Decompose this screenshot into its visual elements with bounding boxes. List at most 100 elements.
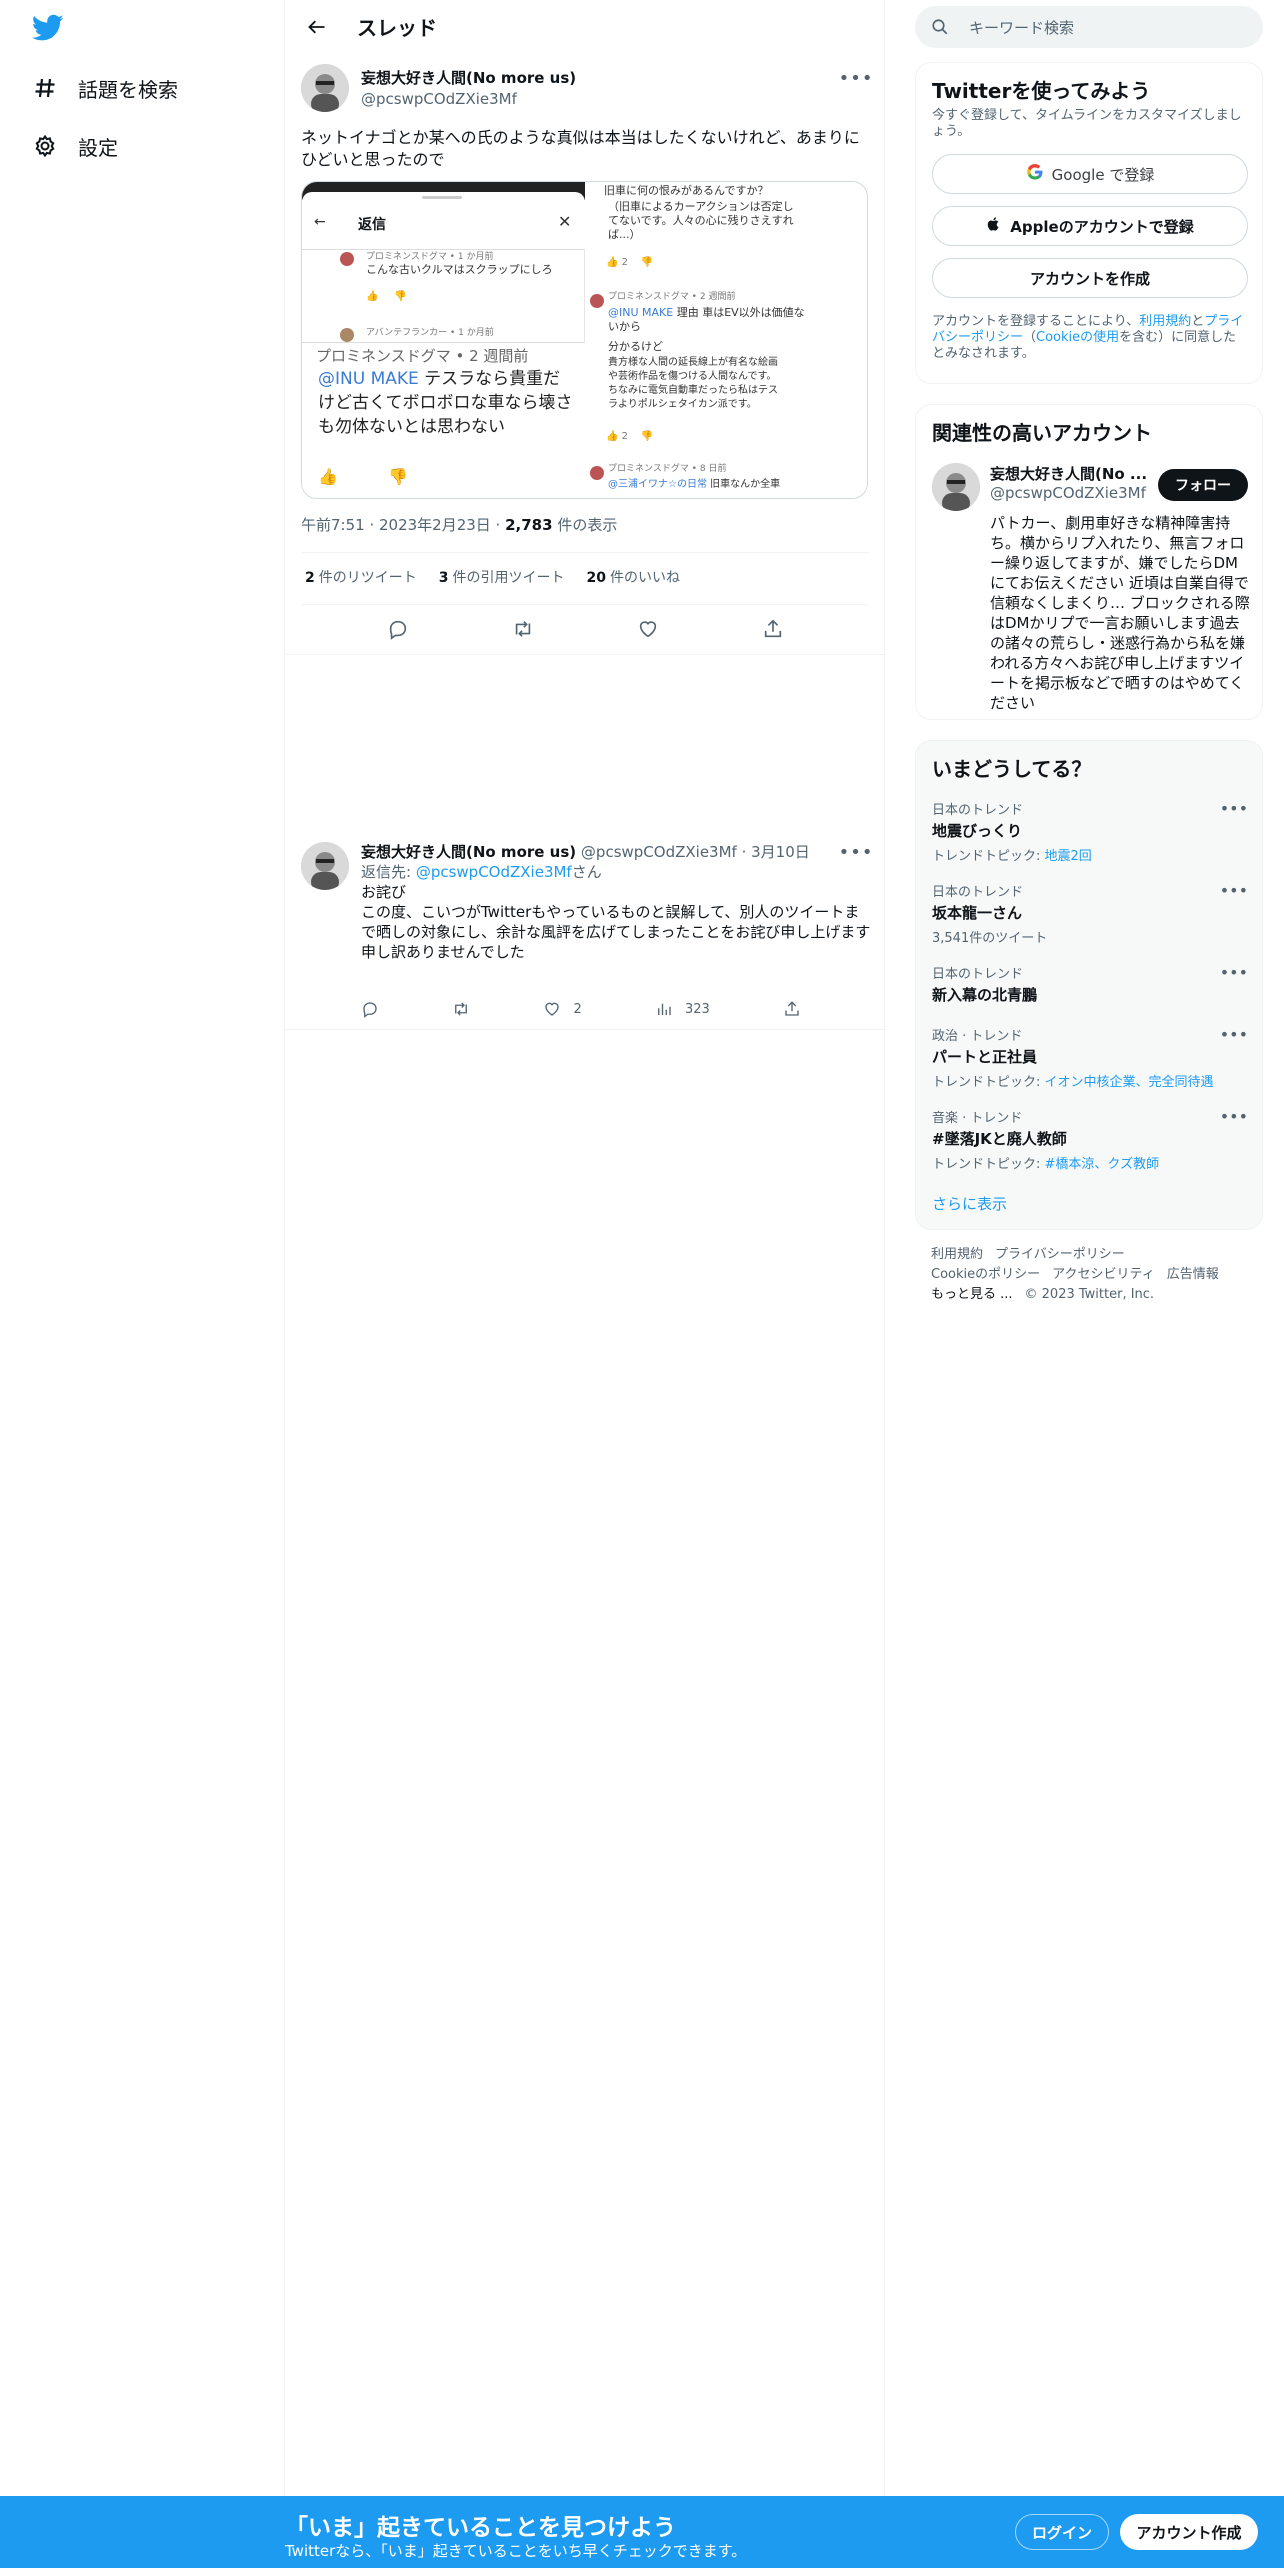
quote-label: 件の引用ツイート (452, 570, 565, 586)
related-account-info[interactable]: 妄想大好き人間(No ... @pcswpCOdZXie3Mf (990, 463, 1150, 502)
reply-to-suffix: さん (571, 863, 602, 881)
like-count-value: 2 (621, 431, 629, 442)
search-icon (931, 18, 949, 36)
like-count: 2 (573, 1001, 582, 1017)
reply-author-name[interactable]: 妄想大好き人間(No more us) (361, 843, 576, 861)
back-arrow-icon[interactable] (297, 7, 337, 47)
bottom-bar-subtitle: Twitterなら、「いま」起きていることをいち早くチェックできます。 (285, 2542, 747, 2560)
zoomed-text-line3: も勿体ないとは思わない (318, 417, 505, 437)
reply-text-line2: この度、こいつがTwitterもやっているものと誤解して、別人のツイートまで晒し… (361, 903, 871, 941)
create-account-button[interactable]: アカウントを作成 (932, 258, 1248, 298)
avatar (340, 252, 354, 266)
avatar[interactable] (932, 463, 980, 511)
trend-item[interactable]: 日本のトレンド 坂本龍一さん 3,541件のツイート ••• (932, 881, 1248, 946)
bottom-signup-bar: 「いま」起きていることを見つけよう Twitterなら、「いま」起きていることを… (0, 2496, 1284, 2568)
avatar (590, 466, 604, 480)
reply-icon[interactable] (361, 1000, 379, 1018)
like-count: 👍 2 👎 (606, 431, 654, 442)
trend-category: 日本のトレンド (932, 885, 1024, 900)
hashtag-icon (32, 75, 58, 101)
trend-name: 地震びっくり (932, 822, 1023, 840)
comment-text: （旧車によるカーアクションは否定し (608, 200, 794, 213)
terms-prefix: アカウントを登録することにより、 (932, 314, 1140, 329)
footer-cookie[interactable]: Cookieのポリシー (931, 1267, 1040, 1282)
screenshot-header: ← 返信 ✕ (302, 192, 585, 250)
tweet-author-handle[interactable]: @pcswpCOdZXie3Mf (361, 90, 576, 108)
avatar[interactable] (301, 842, 349, 890)
related-account-handle: @pcswpCOdZXie3Mf (990, 484, 1146, 502)
apple-signup-button[interactable]: Appleのアカウントで登録 (932, 206, 1248, 246)
trend-item[interactable]: 日本のトレンド 地震びっくり トレンドトピック: 地震2回 ••• (932, 799, 1248, 864)
quote-stat[interactable]: 3 件の引用ツイート (439, 567, 565, 587)
trend-topic-link[interactable]: イオン中核企業、完全同待遇 (1045, 1075, 1214, 1090)
reply-to-handle[interactable]: @pcswpCOdZXie3Mf (416, 863, 572, 881)
footer-privacy[interactable]: プライバシーポリシー (995, 1247, 1125, 1262)
google-signup-button[interactable]: Google で登録 (932, 154, 1248, 194)
more-options-icon[interactable]: ••• (1220, 799, 1248, 818)
signup-title: Twitterを使ってみよう (932, 79, 1151, 103)
view-label: 件の表示 (552, 516, 618, 534)
follow-button[interactable]: フォロー (1158, 469, 1248, 501)
avatar[interactable] (301, 64, 349, 112)
retweet-icon[interactable] (452, 1000, 470, 1018)
avatar (590, 294, 604, 308)
like-icon[interactable] (631, 612, 665, 646)
reply-text-line3: 申し訳ありませんでした (361, 943, 525, 961)
more-options-icon[interactable]: ••• (1220, 963, 1248, 982)
avatar (340, 328, 354, 342)
retweet-count: 2 (305, 570, 315, 586)
more-options-icon[interactable]: ••• (1220, 881, 1248, 900)
media-image-left[interactable]: ← 返信 ✕ プロミネンスドグマ • 1 か月前 こんな古いクルマはスクラップに… (302, 182, 585, 498)
trend-name: 坂本龍一さん (932, 904, 1023, 922)
like-count: 20 (586, 570, 606, 586)
like-button[interactable]: 2 (543, 1000, 582, 1018)
trends-title: いまどうしてる？ (932, 757, 1092, 781)
reply-to-prefix: 返信先: (361, 863, 416, 881)
reply-author-handle[interactable]: @pcswpCOdZXie3Mf (581, 843, 737, 861)
share-icon[interactable] (783, 1000, 801, 1018)
trend-item[interactable]: 日本のトレンド 新入幕の北青鵬 ••• (932, 963, 1248, 1005)
tweet-author-name[interactable]: 妄想大好き人間(No more us) (361, 67, 576, 88)
reply-tweet[interactable]: ••• 妄想大好き人間(No more us) @pcswpCOdZXie3Mf… (285, 830, 885, 1030)
search-input[interactable]: キーワード検索 (915, 6, 1263, 48)
like-stat[interactable]: 20 件のいいね (587, 567, 680, 587)
tweet-timestamp[interactable]: 午前7:51 · 2023年2月23日 · (301, 516, 505, 534)
main-column: スレッド 妄想大好き人間(No more us) @pcswpCOdZXie3M… (285, 0, 885, 2568)
show-more-link[interactable]: さらに表示 (932, 1193, 1007, 1214)
nav-settings[interactable]: 設定 (32, 126, 118, 166)
terms-link[interactable]: 利用規約 (1139, 314, 1191, 329)
trend-item[interactable]: 音楽 · トレンド #墜落JKと廃人教師 トレンドトピック: #橋本涼、クズ教師… (932, 1107, 1248, 1172)
twitter-logo-icon[interactable] (31, 14, 64, 44)
tweet-stats: 2 件のリツイート 3 件の引用ツイート 20 件のいいね (305, 567, 680, 587)
retweet-label: 件のリツイート (318, 570, 417, 586)
nav-explore[interactable]: 話題を検索 (32, 68, 178, 108)
tweet-media[interactable]: ← 返信 ✕ プロミネンスドグマ • 1 か月前 こんな古いクルマはスクラップに… (301, 181, 868, 499)
trend-item[interactable]: 政治 · トレンド パートと正社員 トレンドトピック: イオン中核企業、完全同待… (932, 1025, 1248, 1090)
more-options-icon[interactable]: ••• (839, 68, 873, 89)
reply-author-line: 妄想大好き人間(No more us) @pcswpCOdZXie3Mf · 3… (361, 842, 871, 862)
trend-topic-link[interactable]: #橋本涼、クズ教師 (1045, 1157, 1160, 1172)
signup-button[interactable]: アカウント作成 (1120, 2514, 1258, 2550)
views-button[interactable]: 323 (655, 1000, 710, 1018)
retweet-icon[interactable] (506, 612, 540, 646)
trend-topic-link[interactable]: 地震2回 (1045, 849, 1092, 864)
login-button[interactable]: ログイン (1015, 2514, 1109, 2550)
reply-icon[interactable] (381, 612, 415, 646)
footer-more[interactable]: もっと見る ... (931, 1287, 1013, 1302)
reply-date[interactable]: · 3月10日 (742, 843, 810, 861)
retweet-stat[interactable]: 2 件のリツイート (305, 567, 417, 587)
media-image-right[interactable]: 旧車に何の恨みがあるんですか？ （旧車によるカーアクションは否定し てないです。… (586, 182, 867, 498)
footer-terms[interactable]: 利用規約 (931, 1247, 983, 1262)
footer-ads[interactable]: 広告情報 (1167, 1267, 1219, 1282)
share-icon[interactable] (756, 612, 790, 646)
more-options-icon[interactable]: ••• (1220, 1107, 1248, 1126)
trends-card: いまどうしてる？ 日本のトレンド 地震びっくり トレンドトピック: 地震2回 •… (915, 740, 1263, 1230)
more-options-icon[interactable]: ••• (1220, 1025, 1248, 1044)
cookie-link[interactable]: Cookieの使用 (1036, 330, 1119, 345)
signup-terms: アカウントを登録することにより、利用規約とプライバシーポリシー（Cookieの使… (916, 310, 1262, 362)
comment-meta: プロミネンスドグマ • 2 週間前 (608, 292, 736, 302)
footer-accessibility[interactable]: アクセシビリティ (1052, 1267, 1155, 1282)
nav-settings-label: 設定 (78, 135, 118, 160)
divider (301, 552, 869, 553)
comment-text: @三浦イワナ☆の日常 旧車なんか全車 (608, 478, 780, 492)
